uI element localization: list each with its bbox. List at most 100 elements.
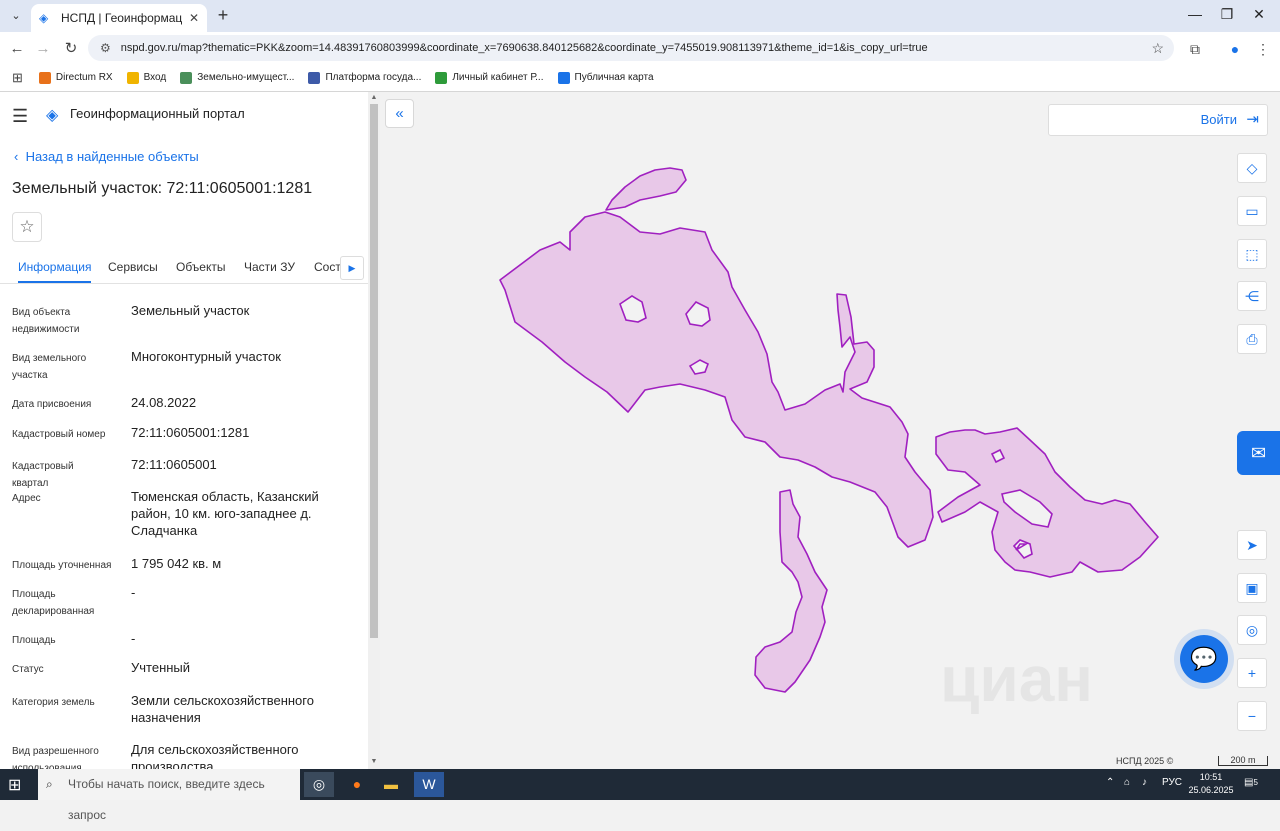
word-icon[interactable]: W [414, 772, 444, 797]
select-area-icon[interactable]: ⬚ [1237, 239, 1267, 269]
bookmark-item[interactable]: Публичная карта [557, 71, 654, 84]
scroll-up-icon[interactable]: ▲ [370, 94, 378, 102]
row-value: - [131, 585, 136, 600]
tab-services[interactable]: Сервисы [108, 260, 158, 274]
reload-icon[interactable]: ↻ [60, 38, 82, 60]
ruler-icon[interactable]: ▭ [1237, 196, 1267, 226]
row-label: Вид объекта недвижимости [12, 307, 80, 335]
forward-icon[interactable]: → [32, 38, 54, 60]
panel-scrollbar[interactable]: ▲ ▼ [368, 92, 380, 769]
hamburger-menu-icon[interactable]: ☰ [12, 106, 28, 127]
copyright: НСПД 2025 © [1116, 756, 1174, 766]
tabs-next-icon[interactable]: ▶ [340, 256, 364, 280]
apps-grid-icon[interactable]: ⊞ [12, 70, 23, 86]
tab-parts[interactable]: Части ЗУ [244, 260, 295, 274]
bookmark-label: Вход [143, 72, 167, 83]
firefox-icon[interactable]: ● [342, 772, 372, 797]
info-panel: ☰ ◈ Геоинформационный портал ‹ Назад в н… [0, 92, 368, 769]
login-arrow-icon: ⇥ [1246, 111, 1259, 128]
clock-time: 10:51 [1199, 772, 1223, 782]
close-window-icon[interactable]: ✕ [1244, 6, 1274, 26]
row-label: Кадастровый номер [12, 429, 106, 440]
minimap-icon[interactable]: ▣ [1237, 573, 1267, 603]
feedback-tab-icon[interactable]: ✉ [1237, 431, 1280, 475]
taskbar-search[interactable]: ⌕ Чтобы начать поиск, введите здесь запр… [38, 769, 300, 822]
geolocation-icon[interactable]: ➤ [1237, 530, 1267, 560]
minimize-icon[interactable]: — [1180, 6, 1210, 26]
clock[interactable]: 10:51 25.06.2025 [1188, 771, 1234, 797]
browser-toolbar: ← → ↻ ⚙ nspd.gov.ru/map?thematic=PKK&zoo… [0, 32, 1280, 64]
bookmark-icon [180, 71, 193, 84]
notifications-icon[interactable]: ▤5 [1244, 777, 1258, 788]
map-area[interactable]: циан « Войти ⇥ ◇ ▭ ⬚ ⋲ ⎙ ✉ ➤ ▣ ◎ + − 💬 НС… [380, 92, 1280, 769]
row-label: Дата присвоения [12, 399, 92, 410]
new-tab-icon[interactable]: + [214, 6, 232, 24]
parcel-contour [499, 211, 934, 548]
back-icon[interactable]: ← [6, 38, 28, 60]
notification-count: 5 [1253, 778, 1258, 787]
tray-chevron-icon[interactable]: ⌃ [1106, 777, 1114, 788]
tray-volume-icon[interactable]: ♪ [1142, 777, 1147, 788]
portal-title: Геоинформационный портал [70, 106, 245, 121]
tab-information[interactable]: Информация [18, 260, 92, 283]
login-button[interactable]: Войти ⇥ [1048, 104, 1268, 136]
print-icon[interactable]: ⎙ [1237, 324, 1267, 354]
row-value: Тюменская область, Казанский район, 10 к… [131, 489, 319, 538]
close-tab-icon[interactable]: ✕ [189, 11, 199, 25]
row-label: Статус [12, 664, 44, 675]
parcel-layer[interactable] [380, 92, 1280, 769]
bookmark-item[interactable]: Личный кабинет Р... [435, 71, 544, 84]
zoom-out-icon[interactable]: − [1237, 701, 1267, 731]
bookmark-item[interactable]: Directum RX [38, 71, 113, 84]
collapse-panel-icon[interactable]: « [385, 99, 414, 128]
scroll-down-icon[interactable]: ▼ [370, 758, 378, 766]
tab-objects[interactable]: Объекты [176, 260, 226, 274]
layers-icon[interactable]: ◇ [1237, 153, 1267, 183]
bookmark-label: Личный кабинет Р... [452, 72, 544, 83]
chat-icon[interactable]: 💬 [1180, 635, 1228, 683]
bookmark-icon [557, 71, 570, 84]
bookmark-item[interactable]: Вход [126, 71, 167, 84]
scrollbar-thumb[interactable] [370, 104, 378, 638]
parcel-contour [605, 167, 687, 211]
favorite-star-icon[interactable]: ☆ [12, 212, 42, 242]
row-value: Земельный участок [131, 303, 250, 318]
tab-list-icon[interactable]: ⌄ [6, 5, 26, 25]
url-text: nspd.gov.ru/map?thematic=PKK&zoom=14.483… [120, 42, 928, 54]
back-to-results-link[interactable]: ‹ Назад в найденные объекты [14, 149, 199, 164]
extensions-icon[interactable]: ⧉ [1184, 38, 1206, 60]
address-bar[interactable]: ⚙ nspd.gov.ru/map?thematic=PKK&zoom=14.4… [88, 35, 1174, 61]
bookmark-label: Публичная карта [574, 72, 654, 83]
row-label: Категория земель [12, 697, 95, 708]
file-explorer-icon[interactable]: ▬ [376, 772, 406, 797]
row-label: Вид разрешенного использования [12, 746, 99, 769]
row-label: Адрес [12, 493, 41, 504]
row-value: 24.08.2022 [131, 395, 197, 410]
bookmark-label: Земельно-имущест... [197, 72, 295, 83]
clock-date: 25.06.2025 [1188, 785, 1234, 795]
site-info-icon[interactable]: ⚙ [100, 41, 111, 55]
row-value: 72:11:0605001 [131, 457, 217, 472]
row-label: Кадастровый квартал [12, 461, 74, 489]
bookmark-item[interactable]: Платформа госуда... [308, 71, 421, 84]
menu-dots-icon[interactable]: ⋮ [1252, 38, 1274, 60]
profile-icon[interactable]: ● [1224, 38, 1246, 60]
browser-tab[interactable]: ◈ НСПД | Геоинформационный ✕ [31, 4, 207, 32]
zoom-in-icon[interactable]: + [1237, 658, 1267, 688]
bookmark-star-icon[interactable]: ☆ [1151, 40, 1164, 57]
chevron-left-icon: ‹ [14, 149, 26, 164]
bookmark-item[interactable]: Земельно-имущест... [180, 71, 295, 84]
info-tabs: Информация Сервисы Объекты Части ЗУ Сост… [0, 254, 368, 284]
windows-start-icon[interactable]: ⊞ [8, 775, 21, 795]
row-value: Многоконтурный участок [131, 349, 281, 364]
row-value: 1 795 042 кв. м [131, 556, 222, 571]
bookmark-icon [126, 71, 139, 84]
restore-icon[interactable]: ❐ [1212, 6, 1242, 26]
task-view-app-icon[interactable]: ◎ [304, 772, 334, 797]
share-icon[interactable]: ⋲ [1237, 281, 1267, 311]
parcel-contour [754, 489, 828, 693]
search-location-icon[interactable]: ◎ [1237, 615, 1267, 645]
login-label: Войти [1200, 112, 1237, 127]
tray-network-icon[interactable]: ⌂ [1124, 777, 1130, 788]
language-indicator[interactable]: РУС [1162, 777, 1182, 788]
